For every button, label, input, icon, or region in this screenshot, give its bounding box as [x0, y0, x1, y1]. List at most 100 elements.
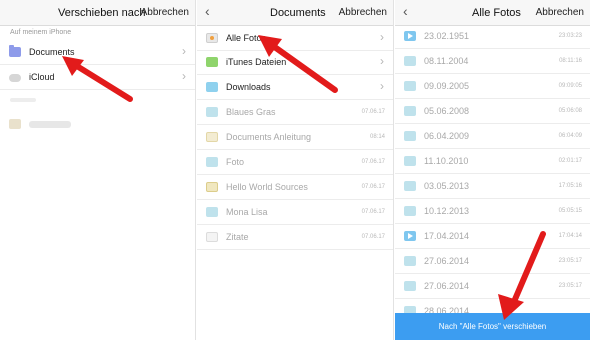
- photo-time: 05:05:15: [558, 208, 582, 214]
- section-caption: Auf meinem iPhone: [10, 29, 72, 36]
- chevron-right-icon: ›: [380, 79, 384, 93]
- photo-time: 08:11:16: [559, 58, 582, 64]
- move-here-label: Nach "Alle Fotos" verschieben: [438, 322, 547, 331]
- cloud-icon: [9, 74, 21, 82]
- photo-time: 23:03:23: [558, 33, 582, 39]
- item-date: 07.06.17: [361, 209, 385, 215]
- list-item-itunes-dateien[interactable]: iTunes Dateien ›: [197, 50, 393, 75]
- photo-time: 09:09:05: [558, 83, 582, 89]
- chevron-right-icon: ›: [182, 69, 186, 83]
- photo-date: 06.04.2009: [424, 131, 470, 141]
- image-icon: [404, 56, 416, 66]
- blurred-section-caption: [10, 98, 36, 102]
- photo-row: 06.04.2009 06:04:09: [395, 124, 590, 149]
- photo-time: 17:04:14: [558, 233, 582, 239]
- photo-time: 23:05:17: [558, 283, 582, 289]
- nav-title: Alle Fotos: [472, 7, 521, 19]
- photo-time: 06:04:09: [558, 133, 582, 139]
- folder-icon: [206, 57, 218, 67]
- zip-icon: [206, 182, 218, 192]
- image-icon: [206, 207, 218, 217]
- photo-date: 27.06.2014: [424, 281, 470, 291]
- list-item-downloads[interactable]: Downloads ›: [197, 75, 393, 100]
- move-to-panel: Verschieben nach Abbrechen Auf meinem iP…: [0, 0, 196, 340]
- documents-panel: ‹ Documents Abbrechen Alle Fotos › iTune…: [197, 0, 394, 340]
- list-item-alle-fotos[interactable]: Alle Fotos ›: [197, 26, 393, 51]
- navbar: ‹ Documents Abbrechen: [197, 0, 393, 26]
- move-here-button[interactable]: Nach "Alle Fotos" verschieben: [395, 313, 590, 340]
- item-label: Zitate: [226, 232, 249, 242]
- back-chevron-icon[interactable]: ‹: [205, 4, 210, 18]
- item-label: iCloud: [29, 72, 55, 82]
- photo-row: 27.06.2014 23:05:17: [395, 249, 590, 274]
- image-icon: [404, 256, 416, 266]
- photo-time: 17:05:16: [558, 183, 582, 189]
- list-item-blurred[interactable]: [0, 112, 195, 137]
- list-item-blaues-gras: Blaues Gras 07.06.17: [197, 100, 393, 125]
- photo-date: 08.11.2004: [424, 56, 469, 66]
- folder-icon: [9, 45, 21, 57]
- photo-row: 10.12.2013 05:05:15: [395, 199, 590, 224]
- image-icon: [404, 131, 416, 141]
- item-date: 07.06.17: [361, 109, 385, 115]
- image-icon: [404, 181, 416, 191]
- navbar: Verschieben nach Abbrechen: [0, 0, 195, 26]
- list-item-documents-anleitung: Documents Anleitung 08:14: [197, 125, 393, 150]
- image-icon: [404, 156, 416, 166]
- navbar: ‹ Alle Fotos Abbrechen: [395, 0, 590, 26]
- photo-date: 11.10.2010: [424, 156, 469, 166]
- item-label: Mona Lisa: [226, 207, 268, 217]
- photo-date: 27.06.2014: [424, 256, 470, 266]
- image-icon: [404, 281, 416, 291]
- list-item-icloud[interactable]: iCloud ›: [0, 65, 195, 90]
- photo-row: 05.06.2008 05:06:08: [395, 99, 590, 124]
- photo-time: 05:06:08: [558, 108, 582, 114]
- item-date: 08:14: [369, 134, 385, 140]
- photo-row: 08.11.2004 08:11:16: [395, 49, 590, 74]
- photo-row: 27.06.2014 23:05:17: [395, 274, 590, 299]
- list-item-zitate: Zitate 07.06.17: [197, 225, 393, 250]
- photo-date: 09.09.2005: [424, 81, 470, 91]
- image-icon: [206, 107, 218, 117]
- photo-row: 11.10.2010 02:01:17: [395, 149, 590, 174]
- item-label: Foto: [226, 157, 245, 167]
- item-label: Downloads: [226, 82, 271, 92]
- photo-time: 02:01:17: [558, 158, 582, 164]
- item-label: Documents Anleitung: [226, 132, 312, 142]
- nav-title: Verschieben nach: [58, 7, 146, 19]
- list-item-documents[interactable]: Documents ›: [0, 40, 195, 65]
- alle-fotos-panel: ‹ Alle Fotos Abbrechen 23.02.1951 23:03:…: [395, 0, 590, 340]
- blurred-label: [29, 121, 71, 128]
- back-chevron-icon[interactable]: ‹: [403, 4, 408, 18]
- video-icon: [404, 231, 416, 241]
- photo-date: 17.04.2014: [424, 231, 470, 241]
- image-icon: [404, 106, 416, 116]
- item-date: 07.06.17: [361, 159, 385, 165]
- folder-icon: [9, 119, 21, 129]
- document-icon: [206, 132, 218, 142]
- cancel-button[interactable]: Abbrechen: [339, 7, 387, 18]
- photo-time: 23:05:17: [558, 258, 582, 264]
- photo-row: 09.09.2005 09:09:05: [395, 74, 590, 99]
- item-date: 07.06.17: [361, 184, 385, 190]
- photo-date: 10.12.2013: [424, 206, 470, 216]
- item-label: Hello World Sources: [226, 182, 308, 192]
- chevron-right-icon: ›: [380, 30, 384, 44]
- chevron-right-icon: ›: [380, 54, 384, 68]
- photo-row: 17.04.2014 17:04:14: [395, 224, 590, 249]
- cancel-button[interactable]: Abbrechen: [141, 7, 189, 18]
- item-label: iTunes Dateien: [226, 57, 287, 67]
- cancel-button[interactable]: Abbrechen: [536, 7, 584, 18]
- list-item-foto: Foto 07.06.17: [197, 150, 393, 175]
- list-item-hello-world-sources: Hello World Sources 07.06.17: [197, 175, 393, 200]
- item-label: Blaues Gras: [226, 107, 276, 117]
- video-icon: [404, 31, 416, 41]
- photo-row: 03.05.2013 17:05:16: [395, 174, 590, 199]
- list-item-mona-lisa: Mona Lisa 07.06.17: [197, 200, 393, 225]
- photo-date: 05.06.2008: [424, 106, 470, 116]
- image-icon: [206, 157, 218, 167]
- image-icon: [404, 206, 416, 216]
- photo-date: 23.02.1951: [424, 31, 470, 41]
- item-date: 07.06.17: [361, 234, 385, 240]
- item-label: Alle Fotos: [226, 33, 267, 43]
